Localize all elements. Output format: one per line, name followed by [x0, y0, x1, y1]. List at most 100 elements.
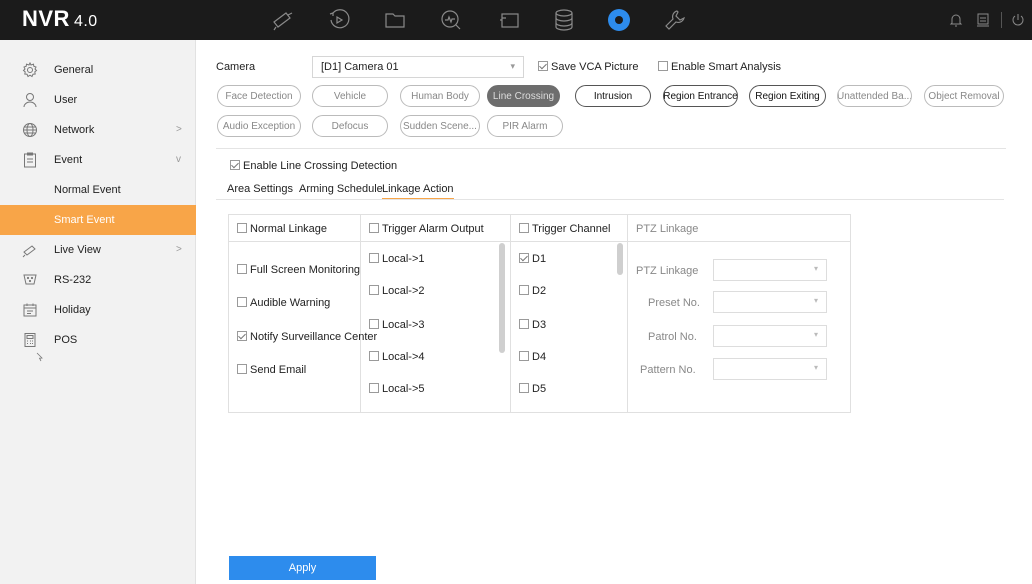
smart-analysis-icon[interactable] — [438, 8, 464, 32]
apply-button[interactable]: Apply — [229, 556, 376, 580]
row-label: Local->3 — [382, 319, 425, 331]
sidebar-item-normal-event[interactable]: Normal Event — [0, 175, 196, 205]
pattern-no-select[interactable]: ▾ — [713, 358, 827, 380]
channel-d4[interactable]: D4 — [519, 351, 546, 363]
general-gear-icon — [22, 61, 38, 78]
checkbox-box[interactable] — [519, 383, 529, 393]
channel-d2[interactable]: D2 — [519, 285, 546, 297]
sidebar-item-pos[interactable]: POS — [0, 325, 196, 355]
camera-select[interactable]: [D1] Camera 01 ▾ — [312, 56, 524, 78]
alarm-output-local-4[interactable]: Local->4 — [369, 351, 425, 363]
live-view-icon[interactable] — [270, 8, 296, 32]
sidebar-item-user[interactable]: User — [0, 85, 196, 115]
account-icon[interactable] — [975, 12, 991, 28]
configuration-icon[interactable] — [606, 8, 632, 32]
enable-line-crossing-checkbox[interactable]: Enable Line Crossing Detection — [230, 160, 397, 172]
audible-warning-checkbox[interactable]: Audible Warning — [237, 297, 330, 309]
checkbox-box[interactable] — [237, 223, 247, 233]
checkbox-box[interactable] — [237, 364, 247, 374]
event-human-body[interactable]: Human Body — [400, 85, 480, 107]
send-email-checkbox[interactable]: Send Email — [237, 364, 306, 376]
camera-label: Camera — [216, 61, 256, 73]
row-label: D1 — [532, 253, 547, 265]
sidebar-item-smart-event[interactable]: Smart Event — [0, 205, 196, 235]
divider — [216, 148, 1006, 149]
sidebar-item-live-view[interactable]: Live View > — [0, 235, 196, 265]
save-vca-checkbox[interactable]: Save VCA Picture — [538, 61, 638, 73]
checkbox-box[interactable] — [519, 253, 529, 263]
checkbox-box[interactable] — [237, 331, 247, 341]
checkbox-box[interactable] — [369, 223, 379, 233]
checkbox-box[interactable] — [369, 319, 379, 329]
checkbox-box[interactable] — [519, 351, 529, 361]
app-logo: NVR 4.0 — [22, 6, 98, 31]
channel-d1[interactable]: D1 — [519, 253, 546, 265]
chevron-down-icon: v — [176, 154, 181, 165]
column-header: Trigger Channel — [511, 215, 627, 242]
file-management-icon[interactable] — [382, 8, 408, 32]
channel-scrollbar[interactable] — [617, 243, 623, 275]
event-vehicle[interactable]: Vehicle — [312, 85, 388, 107]
storage-icon[interactable] — [551, 8, 577, 32]
header-label: Trigger Alarm Output — [382, 223, 484, 235]
checkbox-box[interactable] — [369, 285, 379, 295]
patrol-no-select[interactable]: ▾ — [713, 325, 827, 347]
event-object-removal[interactable]: Object Removal — [924, 85, 1004, 107]
trigger-channel-header[interactable]: Trigger Channel — [519, 223, 610, 235]
channel-d3[interactable]: D3 — [519, 319, 546, 331]
checkbox-box[interactable] — [519, 319, 529, 329]
alarm-output-local-5[interactable]: Local->5 — [369, 383, 425, 395]
power-icon[interactable] — [1010, 12, 1026, 28]
sidebar-item-holiday[interactable]: Holiday — [0, 295, 196, 325]
event-line-crossing[interactable]: Line Crossing — [487, 85, 560, 107]
event-sudden-scene-change[interactable]: Sudden Scene... — [400, 115, 480, 137]
row-label: Send Email — [250, 364, 307, 376]
checkbox-box[interactable] — [369, 383, 379, 393]
tab-underline — [216, 199, 1004, 200]
ptz-linkage-header: PTZ Linkage — [636, 223, 699, 235]
checkbox-box[interactable] — [237, 264, 247, 274]
checkbox-box[interactable] — [369, 351, 379, 361]
sidebar-item-rs232[interactable]: RS-232 — [0, 265, 196, 295]
tab-area-settings[interactable]: Area Settings — [227, 183, 293, 195]
channel-d5[interactable]: D5 — [519, 383, 546, 395]
ptz-linkage-select[interactable]: ▾ — [713, 259, 827, 281]
enable-smart-analysis-checkbox[interactable]: Enable Smart Analysis — [658, 61, 781, 73]
sidebar-item-general[interactable]: General — [0, 55, 196, 85]
row-label: Audible Warning — [250, 297, 331, 309]
event-region-exiting[interactable]: Region Exiting — [749, 85, 826, 107]
alarm-output-local-1[interactable]: Local->1 — [369, 253, 425, 265]
event-pir-alarm[interactable]: PIR Alarm — [487, 115, 563, 137]
tab-arming-schedule[interactable]: Arming Schedule — [299, 183, 383, 195]
playback-icon[interactable] — [326, 8, 352, 32]
alarm-output-scrollbar[interactable] — [499, 243, 505, 353]
checkbox-box[interactable] — [237, 297, 247, 307]
sidebar-item-event[interactable]: Event v — [0, 145, 196, 175]
checkbox-box[interactable] — [538, 61, 548, 71]
notify-surveillance-center-checkbox[interactable]: Notify Surveillance Center — [237, 331, 377, 343]
event-audio-exception[interactable]: Audio Exception — [217, 115, 301, 137]
trigger-alarm-output-header[interactable]: Trigger Alarm Output — [369, 223, 484, 235]
checkbox-box[interactable] — [519, 285, 529, 295]
sidebar-item-label: RS-232 — [54, 274, 92, 286]
normal-linkage-header[interactable]: Normal Linkage — [237, 223, 327, 235]
checkbox-box[interactable] — [230, 160, 240, 170]
globe-icon — [22, 122, 38, 138]
tab-linkage-action[interactable]: Linkage Action — [382, 183, 454, 200]
event-face-detection[interactable]: Face Detection — [217, 85, 301, 107]
manual-recording-icon[interactable] — [497, 8, 523, 32]
maintenance-icon[interactable] — [662, 8, 688, 32]
notification-icon[interactable] — [948, 12, 964, 28]
sidebar-item-network[interactable]: Network > — [0, 115, 196, 145]
event-intrusion[interactable]: Intrusion — [575, 85, 651, 107]
alarm-output-local-3[interactable]: Local->3 — [369, 319, 425, 331]
alarm-output-local-2[interactable]: Local->2 — [369, 285, 425, 297]
preset-no-select[interactable]: ▾ — [713, 291, 827, 313]
checkbox-box[interactable] — [369, 253, 379, 263]
event-unattended-baggage[interactable]: Unattended Ba... — [837, 85, 912, 107]
event-region-entrance[interactable]: Region Entrance — [663, 85, 738, 107]
checkbox-box[interactable] — [519, 223, 529, 233]
checkbox-box[interactable] — [658, 61, 668, 71]
event-defocus[interactable]: Defocus — [312, 115, 388, 137]
full-screen-monitoring-checkbox[interactable]: Full Screen Monitoring — [237, 264, 360, 276]
